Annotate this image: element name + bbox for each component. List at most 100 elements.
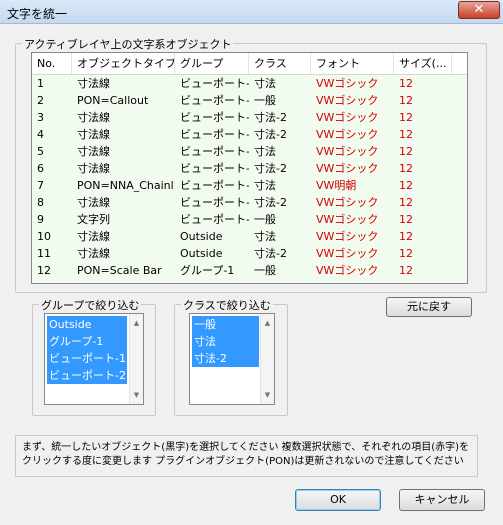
cell-font[interactable]: VWゴシック [311,143,394,160]
cell-font[interactable]: VWゴシック [311,194,394,211]
cell-group: ビューポート-1 [180,94,249,107]
cell-font[interactable]: VWゴシック [311,245,394,262]
group-filter-item[interactable]: Outside [47,316,127,333]
cell-font[interactable]: VWゴシック [311,262,394,279]
cell-no: 11 [37,247,51,260]
cancel-button[interactable]: キャンセル [399,489,485,511]
cell-object-type: 寸法線 [77,247,110,260]
cell-no: 6 [37,162,44,175]
column-header-font[interactable]: フォント [311,53,394,74]
table-row[interactable]: 12 PON=Scale Bar グループ-1 一般 VWゴシック 12 [32,262,467,279]
cell-size[interactable]: 12 [394,126,452,143]
cell-group: グループ-1 [180,264,235,277]
cell-font[interactable]: VWゴシック [311,160,394,177]
column-header-no[interactable]: No. [32,53,72,74]
class-filter-item[interactable]: 寸法 [192,333,259,350]
class-filter-item[interactable]: 一般 [192,316,259,333]
class-filter-list[interactable]: 一般 寸法 寸法-2 ▲ ▼ [189,313,275,405]
cell-class: 寸法-2 [254,162,287,175]
group-filter-item[interactable]: ビューポート-2 [47,367,127,384]
table-row[interactable]: 10 寸法線 Outside 寸法 VWゴシック 12 [32,228,467,245]
class-filter-scrollbar[interactable]: ▲ ▼ [260,314,274,404]
close-icon: ✕ [473,2,485,17]
table-row[interactable]: 8 寸法線 ビューポート-1 寸法-2 VWゴシック12 [32,194,467,211]
cell-object-type: PON=Callout [77,94,149,107]
cell-size[interactable]: 12 [394,143,452,160]
table-row[interactable]: 9 文字列 ビューポート-1 一般 VWゴシック12 [32,211,467,228]
table-row[interactable]: 11 寸法線 Outside 寸法-2 VWゴシック 12 [32,245,467,262]
table-row[interactable]: 7 PON=NNA_Chainl ビューポート-1 寸法 VW明朝12 [32,177,467,194]
cell-no: 3 [37,111,44,124]
cell-font[interactable]: VW明朝 [311,177,394,194]
cell-object-type: 寸法線 [77,128,110,141]
cell-class: 寸法-2 [254,128,287,141]
table-row[interactable]: 1 寸法線 ビューポート-2 寸法 VWゴシック12 [32,75,467,92]
cell-class: 寸法 [254,145,276,158]
cell-object-type: PON=NNA_Chainl [77,179,174,192]
cell-font[interactable]: VWゴシック [311,92,394,109]
table-row[interactable]: 5 寸法線 ビューポート-1 寸法 VWゴシック12 [32,143,467,160]
cell-font[interactable]: VWゴシック [311,211,394,228]
scroll-down-icon[interactable]: ▼ [130,388,143,402]
column-header-object-type[interactable]: オブジェクトタイプ [72,53,175,74]
scroll-down-icon[interactable]: ▼ [261,388,274,402]
title-bar: 文字を統一 ✕ [0,0,503,24]
cell-object-type: PON=Scale Bar [77,264,162,277]
cell-object-type: 寸法線 [77,162,110,175]
cell-object-type: 寸法線 [77,77,110,90]
column-header-group[interactable]: グループ [175,53,249,74]
group-filter-item[interactable]: グループ-1 [47,333,127,350]
cell-class: 寸法 [254,179,276,192]
group-filter-scrollbar[interactable]: ▲ ▼ [129,314,143,404]
scroll-up-icon[interactable]: ▲ [261,316,274,330]
cell-group: ビューポート-1 [180,162,249,175]
cell-size[interactable]: 12 [394,194,452,211]
group-filter-item[interactable]: ビューポート-1 [47,350,127,367]
table-row[interactable]: 6 寸法線 ビューポート-1 寸法-2 VWゴシック12 [32,160,467,177]
cell-size[interactable]: 12 [394,109,452,126]
instruction-message: まず、統一したいオブジェクト(黒字)を選択してください 複数選択状態で、それぞれ… [15,435,478,477]
column-header-size[interactable]: サイズ(... [394,53,452,74]
cell-class: 一般 [254,264,276,277]
cell-no: 5 [37,145,44,158]
cell-font[interactable]: VWゴシック [311,109,394,126]
cell-size[interactable]: 12 [394,211,452,228]
cell-size[interactable]: 12 [394,245,452,262]
table-row[interactable]: 4 寸法線 ビューポート-1 寸法-2 VWゴシック12 [32,126,467,143]
group-filter-list[interactable]: Outside グループ-1 ビューポート-1 ビューポート-2 ▲ ▼ [44,313,144,405]
cell-font[interactable]: VWゴシック [311,126,394,143]
cell-group: ビューポート-1 [180,213,249,226]
cell-size[interactable]: 12 [394,75,452,92]
cell-size[interactable]: 12 [394,228,452,245]
table-row[interactable]: 3 寸法線 ビューポート-1 寸法-2 VWゴシック12 [32,109,467,126]
class-filter-item[interactable]: 寸法-2 [192,350,259,367]
cell-group: Outside [180,247,223,260]
cell-size[interactable]: 12 [394,177,452,194]
cell-group: ビューポート-2 [180,77,249,90]
cell-group: ビューポート-1 [180,128,249,141]
class-filter-legend: クラスで絞り込む [181,297,273,313]
scroll-up-icon[interactable]: ▲ [130,316,143,330]
cell-object-type: 寸法線 [77,111,110,124]
cell-font[interactable]: VWゴシック [311,75,394,92]
cell-group: ビューポート-1 [180,145,249,158]
cell-font[interactable]: VWゴシック [311,228,394,245]
cell-no: 9 [37,213,44,226]
objects-table[interactable]: No. オブジェクトタイプ グループ クラス フォント サイズ(... 1 寸法線… [31,52,468,284]
cell-class: 寸法-2 [254,247,287,260]
table-row[interactable]: 2 PON=Callout ビューポート-1 一般 VWゴシック12 [32,92,467,109]
cell-object-type: 寸法線 [77,196,110,209]
cell-class: 寸法-2 [254,196,287,209]
cell-group: ビューポート-1 [180,111,249,124]
close-button[interactable]: ✕ [458,1,500,19]
column-header-class[interactable]: クラス [249,53,311,74]
reset-button[interactable]: 元に戻す [386,297,472,317]
cell-size[interactable]: 12 [394,262,452,279]
cell-size[interactable]: 12 [394,92,452,109]
cell-class: 寸法 [254,230,276,243]
cell-group: Outside [180,230,223,243]
cell-size[interactable]: 12 [394,160,452,177]
cell-no: 4 [37,128,44,141]
cell-class: 寸法 [254,77,276,90]
ok-button[interactable]: OK [295,489,381,511]
